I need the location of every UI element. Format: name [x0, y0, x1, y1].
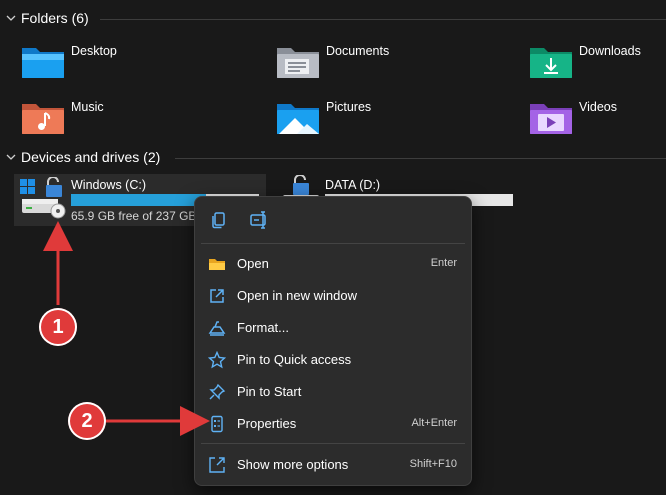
step-badge-2: 2: [68, 402, 106, 440]
step-badge-1: 1: [39, 308, 77, 346]
